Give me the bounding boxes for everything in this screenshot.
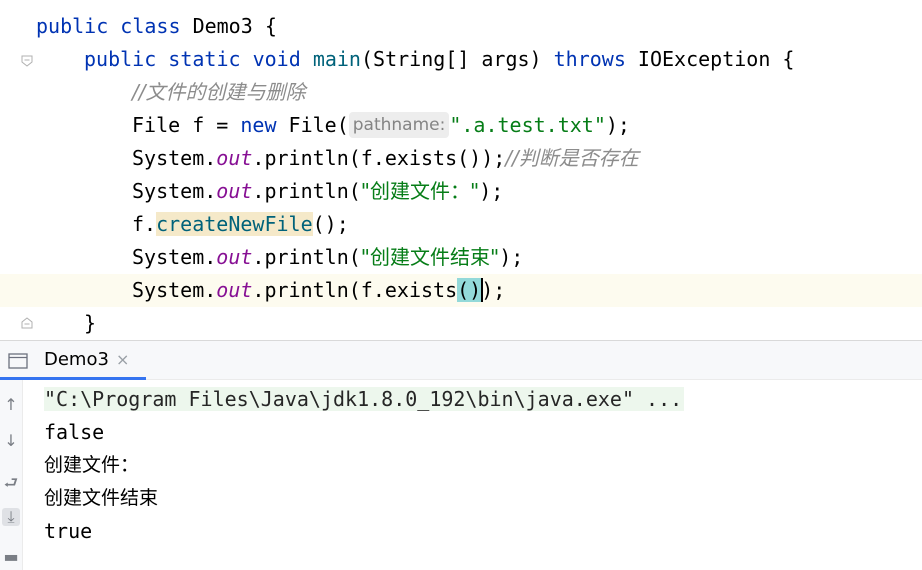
code-line-1[interactable]: public class Demo3 {	[36, 10, 277, 43]
java-command: "C:\Program Files\Java\jdk1.8.0_192\bin\…	[44, 387, 685, 411]
console-command-line: "C:\Program Files\Java\jdk1.8.0_192\bin\…	[44, 383, 685, 416]
class-ref: System.	[132, 146, 217, 170]
method-call: .println(f.exists());	[252, 146, 506, 170]
comment: //判断是否存在	[505, 146, 639, 170]
code-line-3[interactable]: //文件的创建与删除	[132, 76, 305, 109]
tab-label: Demo3	[44, 349, 109, 370]
class-ref: System.	[132, 278, 217, 302]
method-name: main	[312, 47, 361, 71]
keyword: public	[36, 14, 109, 38]
static-field: out	[216, 179, 253, 203]
code-line-5[interactable]: System.out.println(f.exists());//判断是否存在	[132, 142, 639, 175]
brace: {	[252, 14, 277, 38]
class-ref: System.	[132, 179, 217, 203]
static-field: out	[216, 146, 253, 170]
static-field: out	[216, 245, 253, 269]
code-line-8[interactable]: System.out.println("创建文件结束");	[132, 241, 523, 274]
method-call: .println(	[252, 179, 361, 203]
brace: }	[84, 311, 97, 335]
exception-type: IOException {	[625, 47, 795, 71]
keyword: void	[252, 47, 301, 71]
punctuation: );	[605, 113, 630, 137]
close-icon[interactable]: ×	[116, 350, 129, 369]
fold-close-icon[interactable]	[20, 316, 34, 330]
down-arrow-icon[interactable]: ↓	[2, 432, 20, 450]
scroll-to-end-icon[interactable]: ⤓	[2, 508, 20, 526]
code-line-7[interactable]: f.createNewFile();	[132, 208, 349, 241]
object-ref: f.	[132, 212, 157, 236]
static-field: out	[216, 278, 253, 302]
declaration: File f =	[132, 113, 241, 137]
console-line: 创建文件结束	[44, 487, 159, 509]
code-line-6[interactable]: System.out.println("创建文件：");	[132, 175, 503, 208]
console-line: true	[44, 519, 93, 543]
code-editor[interactable]: public class Demo3 { public static void …	[0, 0, 922, 340]
params: (String[] args)	[360, 47, 554, 71]
comment: //文件的创建与删除	[132, 80, 306, 104]
console-toolbar: ↑ ↓ ⮐ ⤓ ▬	[0, 380, 23, 570]
keyword: public	[84, 47, 157, 71]
string-literal: ".a.test.txt"	[449, 113, 606, 137]
keyword: throws	[553, 47, 626, 71]
string-literal: "创建文件："	[360, 179, 480, 203]
string-literal: "创建文件结束"	[360, 245, 500, 269]
tab-run-demo3[interactable]: Demo3 ×	[0, 341, 146, 380]
code-line-10[interactable]: }	[84, 307, 96, 340]
soft-wrap-icon[interactable]: ⮐	[2, 474, 20, 492]
terminal-icon	[8, 353, 28, 369]
punctuation: );	[499, 245, 524, 269]
warning-highlight[interactable]: createNewFile	[156, 212, 313, 236]
code-line-4[interactable]: File f = new File(pathname: ".a.test.txt"…	[132, 109, 630, 142]
punctuation: );	[481, 278, 506, 302]
run-tool-window-header: Demo3 ×	[0, 341, 922, 380]
keyword: new	[240, 113, 277, 137]
code-line-9[interactable]: System.out.println(f.exists());	[132, 274, 505, 307]
punctuation: ();	[312, 212, 349, 236]
up-arrow-icon[interactable]: ↑	[2, 396, 20, 414]
method-call: .println(f.exists	[252, 278, 458, 302]
print-icon[interactable]: ▬	[2, 548, 20, 566]
keyword: static	[168, 47, 241, 71]
method-call: .println(	[252, 245, 361, 269]
class-ref: System.	[132, 245, 217, 269]
class-name: Demo3	[192, 14, 253, 38]
parameter-hint: pathname:	[348, 112, 450, 138]
keyword: class	[120, 14, 181, 38]
constructor-call: File(	[276, 113, 349, 137]
bracket-match-highlight: ()	[457, 278, 482, 302]
punctuation: );	[479, 179, 504, 203]
fold-open-icon[interactable]	[20, 54, 34, 68]
code-line-2[interactable]: public static void main(String[] args) t…	[84, 43, 794, 76]
console-line: false	[44, 420, 105, 444]
console-line: 创建文件：	[44, 454, 140, 476]
